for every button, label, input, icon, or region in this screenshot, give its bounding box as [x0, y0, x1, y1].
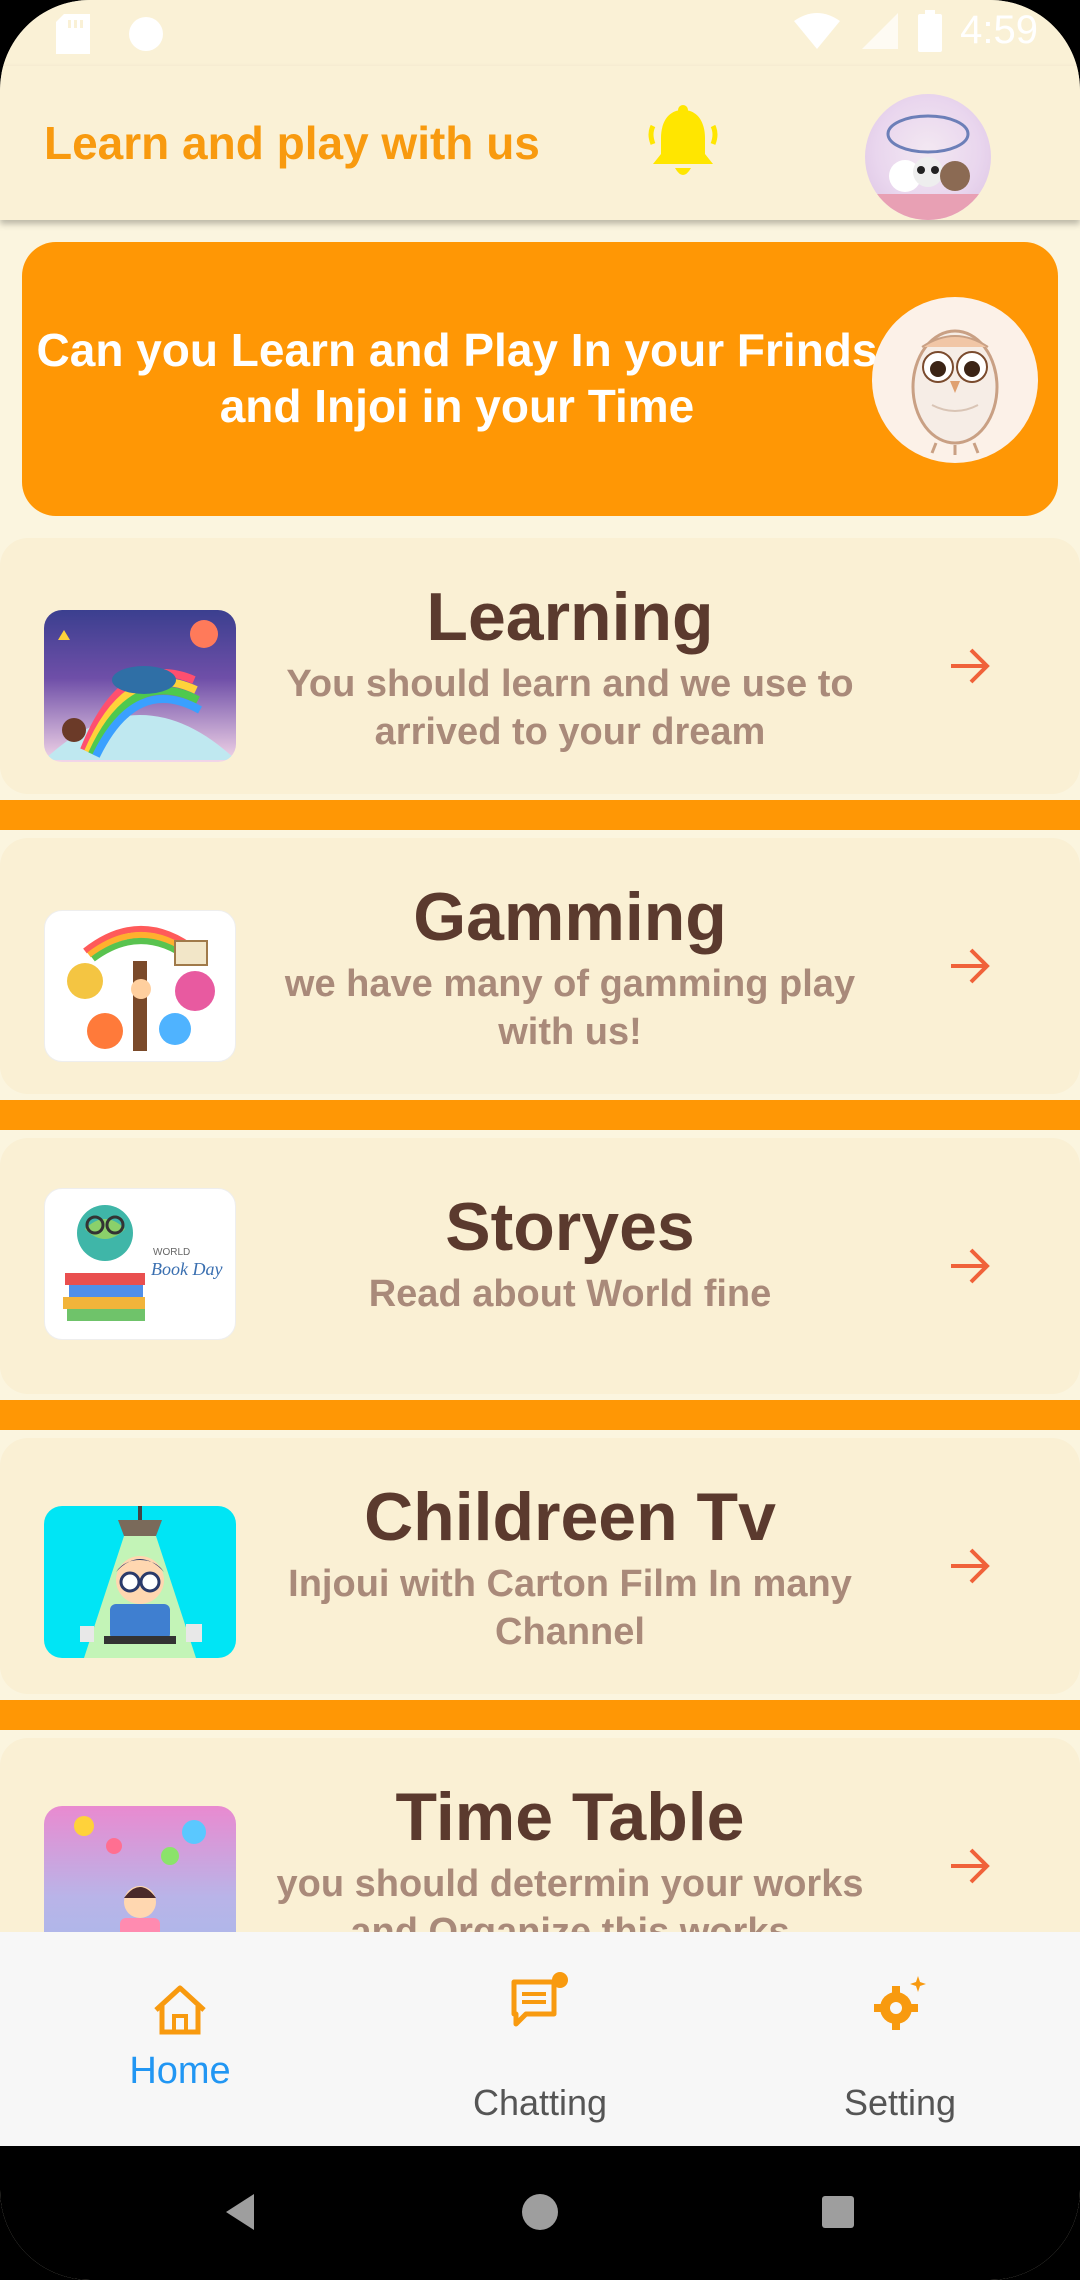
card-storyes[interactable]: WORLD Book Day Storyes Read about World … — [0, 1138, 1080, 1394]
card-subtitle: Injoui with Carton Film In many Channel — [288, 1563, 852, 1653]
card-subtitle: You should learn and we use to arrived t… — [286, 663, 854, 753]
arrow-forward-icon[interactable] — [945, 941, 995, 991]
avatar-bears-image — [865, 114, 991, 220]
nav-setting[interactable]: Setting — [720, 1932, 1080, 2146]
status-time: 4:59 — [960, 8, 1038, 52]
owl-image — [872, 297, 1038, 463]
chat-icon — [511, 1972, 568, 2027]
arrow-forward-icon[interactable] — [945, 641, 995, 691]
divider-stripe — [0, 1100, 1080, 1130]
app-title: Learn and play with us — [44, 117, 540, 169]
nav-setting-label: Setting — [843, 2082, 957, 2123]
welcome-banner: Can you Learn and Play In your Frinds an… — [22, 242, 1058, 516]
learning-thumbnail — [44, 610, 236, 762]
arrow-forward-icon[interactable] — [945, 1241, 995, 1291]
thumb-text-world: WORLD — [153, 1247, 190, 1258]
card-gamming[interactable]: Gamming we have many of gamming play wit… — [0, 838, 1080, 1094]
nav-home-label: Home — [129, 2050, 231, 2092]
card-title: Childreen Tv — [364, 1479, 776, 1555]
card-title: Time Table — [395, 1779, 745, 1855]
home-icon — [154, 1985, 206, 2035]
card-title: Gamming — [413, 879, 727, 955]
divider-stripe — [0, 1700, 1080, 1730]
gamming-thumbnail — [44, 910, 236, 1062]
recents-icon[interactable] — [820, 2194, 856, 2230]
notification-bell-icon[interactable] — [645, 104, 721, 184]
bottom-navigation: Home Chatting Setting — [0, 1932, 1080, 2146]
card-childreen-tv[interactable]: Childreen Tv Injoui with Carton Film In … — [0, 1438, 1080, 1694]
back-icon[interactable] — [222, 2192, 258, 2232]
battery-icon — [918, 9, 943, 52]
app-screen: 4:59 Learn and play with us Can you Lear… — [0, 0, 1080, 2280]
sd-card-icon — [56, 14, 90, 54]
arrow-forward-icon[interactable] — [945, 1841, 995, 1891]
nav-chatting[interactable]: Chatting — [360, 1932, 720, 2146]
arrow-forward-icon[interactable] — [945, 1541, 995, 1591]
home-circle-icon[interactable] — [520, 2192, 560, 2232]
card-subtitle: we have many of gamming play with us! — [284, 963, 856, 1053]
circle-status-icon — [129, 17, 163, 51]
cell-signal-icon — [862, 12, 899, 49]
nav-home[interactable]: Home — [0, 1932, 360, 2146]
thumb-text-book: Book Day — [151, 1259, 222, 1279]
card-title: Learning — [426, 579, 714, 655]
banner-text: Can you Learn and Play In your Frinds an… — [36, 324, 878, 432]
card-learning[interactable]: Learning You should learn and we use to … — [0, 538, 1080, 794]
card-title: Storyes — [445, 1189, 695, 1265]
app-bar: Learn and play with us — [0, 66, 1080, 220]
divider-stripe — [0, 800, 1080, 830]
card-subtitle: Read about World fine — [368, 1273, 772, 1315]
system-nav-bar — [0, 2146, 1080, 2280]
wifi-icon — [794, 12, 841, 49]
childreen-tv-thumbnail — [44, 1506, 236, 1658]
settings-icon — [874, 1976, 926, 2030]
nav-chatting-label: Chatting — [472, 2082, 608, 2123]
status-bar: 4:59 — [0, 0, 1080, 66]
storyes-thumbnail: WORLD Book Day — [44, 1188, 236, 1340]
divider-stripe — [0, 1400, 1080, 1430]
profile-avatar[interactable] — [865, 94, 991, 220]
